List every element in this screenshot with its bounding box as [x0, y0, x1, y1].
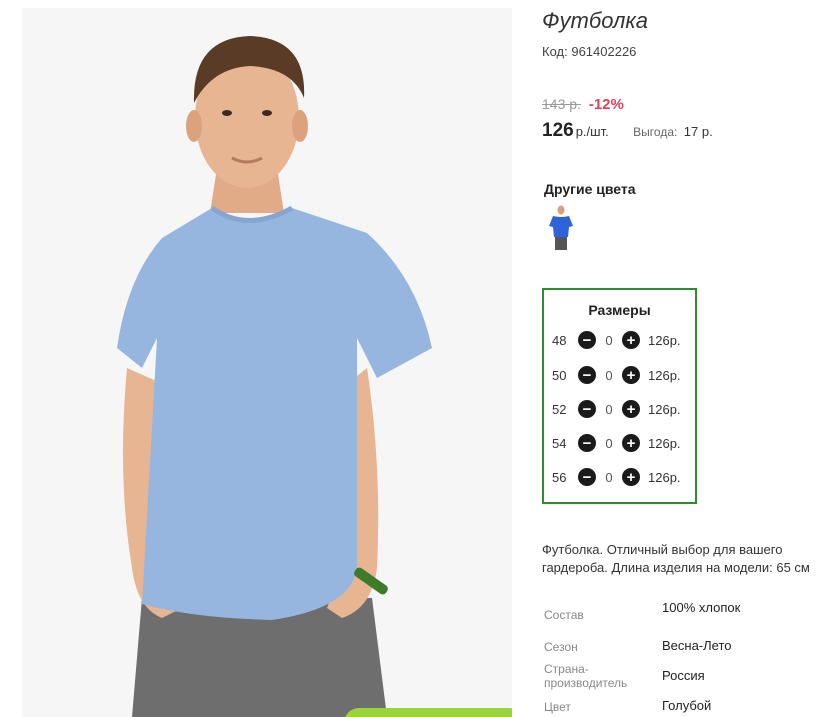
- spec-value: Голубой: [662, 698, 712, 713]
- sizes-title: Размеры: [588, 302, 651, 318]
- plus-circle-icon[interactable]: +: [622, 331, 640, 349]
- discount-badge: -12%: [588, 96, 624, 113]
- spec-label: Состав: [544, 608, 584, 622]
- minus-circle-icon[interactable]: −: [578, 468, 596, 486]
- size-price: 126р.: [648, 332, 681, 348]
- minus-circle-icon[interactable]: −: [578, 434, 596, 452]
- product-title: Футболка: [542, 8, 648, 33]
- size-price: 126р.: [648, 401, 681, 417]
- size-label: 54: [552, 435, 567, 451]
- current-price: 126: [542, 120, 574, 141]
- size-row-48: 48 − 0 + 126р.: [552, 330, 681, 350]
- size-row-54: 54 − 0 + 126р.: [552, 433, 681, 453]
- spec-value: Весна-Лето: [662, 638, 732, 653]
- price-row: 126 р./шт. Выгода: 17 р.: [542, 120, 713, 142]
- benefit-value: 17 р.: [683, 124, 713, 139]
- spec-label: Цвет: [544, 700, 571, 714]
- size-price: 126р.: [648, 367, 681, 383]
- plus-circle-icon[interactable]: +: [622, 366, 640, 384]
- product-info: Футболка Код: 961402226 143 р. -12% 126 р…: [542, 0, 836, 717]
- product-photo[interactable]: [22, 8, 512, 717]
- product-code: Код: 961402226: [542, 44, 636, 59]
- size-price: 126р.: [648, 469, 681, 485]
- sizes-panel: Размеры 48 − 0 + 126р. 50 − 0 + 126р. 52…: [542, 288, 697, 504]
- price-unit: р./шт.: [575, 124, 609, 139]
- size-label: 50: [552, 367, 567, 383]
- size-qty: 0: [605, 367, 613, 383]
- code-label: Код:: [542, 44, 568, 59]
- old-price-row: 143 р. -12%: [542, 96, 624, 113]
- size-row-56: 56 − 0 + 126р.: [552, 467, 681, 487]
- blue-shirt-thumbnail: [549, 205, 573, 250]
- size-qty: 0: [605, 469, 613, 485]
- size-label: 52: [552, 401, 567, 417]
- plus-circle-icon[interactable]: +: [622, 468, 640, 486]
- minus-circle-icon[interactable]: −: [578, 331, 596, 349]
- minus-circle-icon[interactable]: −: [578, 366, 596, 384]
- size-row-52: 52 − 0 + 126р.: [552, 399, 681, 419]
- size-qty: 0: [605, 401, 613, 417]
- size-label: 48: [552, 332, 567, 348]
- add-to-cart-button[interactable]: [344, 708, 512, 717]
- spec-value: 100% хлопок: [662, 600, 741, 615]
- benefit-label: Выгода:: [633, 125, 678, 139]
- color-variant-blue-thumb[interactable]: [548, 204, 574, 252]
- plus-circle-icon[interactable]: +: [622, 400, 640, 418]
- size-price: 126р.: [648, 435, 681, 451]
- code-value: 961402226: [571, 44, 637, 59]
- spec-value: Россия: [662, 668, 705, 683]
- spec-label: Сезон: [544, 640, 578, 654]
- model-illustration: [22, 8, 512, 717]
- size-label: 56: [552, 469, 567, 485]
- size-qty: 0: [605, 332, 613, 348]
- plus-circle-icon[interactable]: +: [622, 434, 640, 452]
- size-row-50: 50 − 0 + 126р.: [552, 365, 681, 385]
- product-description: Футболка. Отличный выбор для вашего гард…: [542, 542, 810, 575]
- spec-label: Страна-производитель: [544, 662, 628, 690]
- size-qty: 0: [605, 435, 613, 451]
- old-price: 143 р.: [542, 96, 581, 112]
- other-colors-title: Другие цвета: [544, 181, 636, 197]
- minus-circle-icon[interactable]: −: [578, 400, 596, 418]
